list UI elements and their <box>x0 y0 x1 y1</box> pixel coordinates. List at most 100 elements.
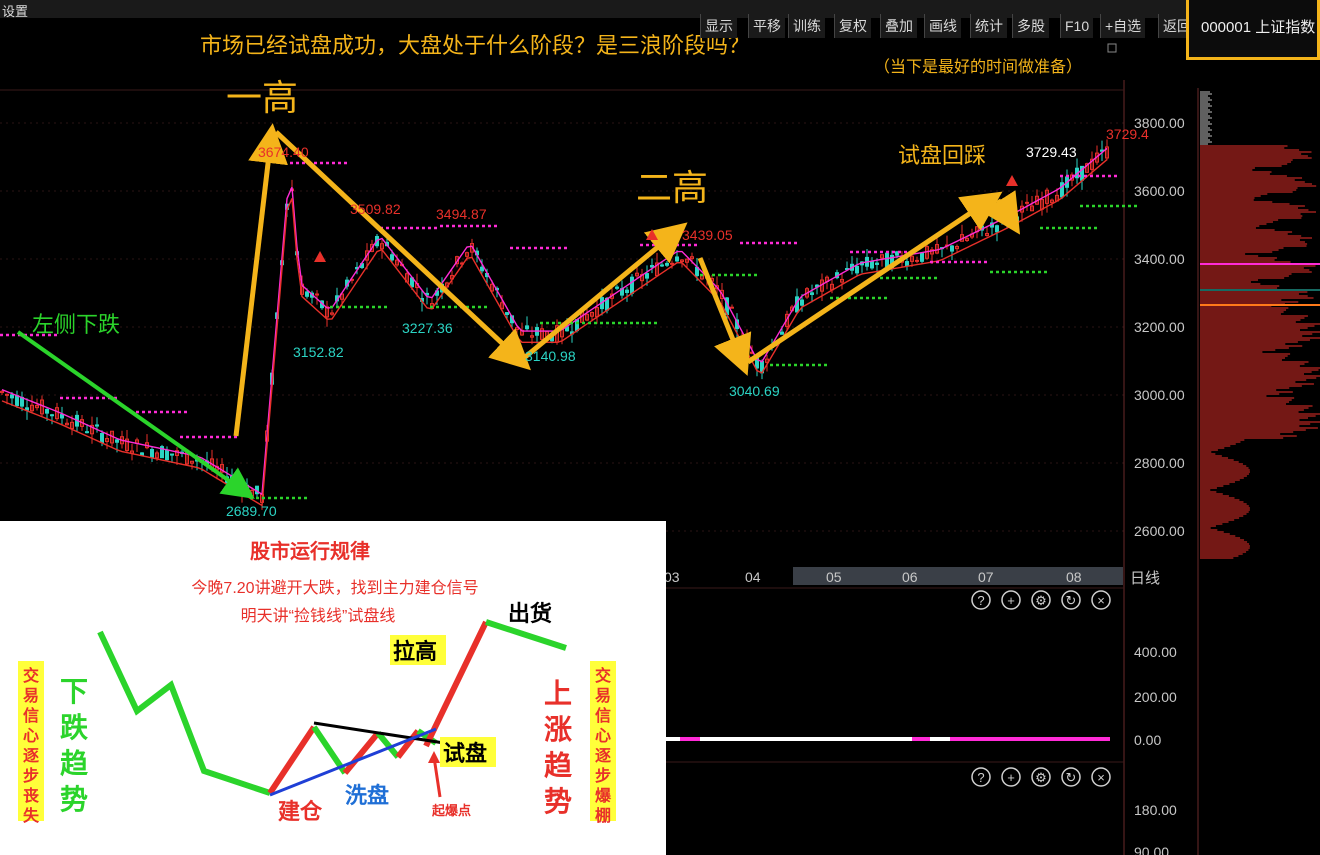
candle-body <box>675 256 679 262</box>
candle-body <box>150 449 154 458</box>
close-icon[interactable]: × <box>1091 767 1111 787</box>
toolbar-button[interactable]: F10 <box>1060 14 1094 38</box>
down-trend-char: 下 <box>60 676 88 707</box>
price-label: 2689.70 <box>226 503 277 519</box>
candle-body <box>800 299 804 306</box>
toolbar-button[interactable]: 训练 <box>788 14 825 38</box>
ma-line-fast <box>1 147 1108 496</box>
left-vertical-char: 心 <box>23 727 39 745</box>
candle-body <box>305 291 309 297</box>
toolbar-button[interactable]: 画线 <box>924 14 961 38</box>
candle-body <box>870 261 874 269</box>
y-tick-label: 3400.00 <box>1134 251 1185 267</box>
settings-icon[interactable]: ⚙ <box>1031 590 1051 610</box>
y-tick-label: 2600.00 <box>1134 523 1185 539</box>
toolbar-button[interactable]: 多股 <box>1012 14 1049 38</box>
swing-arrow <box>522 222 688 360</box>
left-fall-arrow <box>16 330 255 499</box>
candle-body <box>875 262 879 265</box>
up-trend-char: 趋 <box>544 750 573 781</box>
candle-body <box>85 431 89 434</box>
settings-icon[interactable]: ⚙ <box>1031 767 1051 787</box>
close-icon[interactable]: × <box>1091 590 1111 610</box>
panel2-tick: 180.00 <box>1134 802 1177 818</box>
candle-body <box>1005 219 1009 225</box>
inset-line2: 明天讲“捡钱线”试盘线 <box>241 606 396 625</box>
candle-body <box>630 276 634 294</box>
inset-line1: 今晚7.20讲避开大跌，找到主力建仓信号 <box>191 579 478 597</box>
y-tick-label: 3600.00 <box>1134 183 1185 199</box>
price-label: 3040.69 <box>729 383 780 399</box>
toolbar-button[interactable]: 显示 <box>700 14 737 38</box>
candle-body <box>905 261 909 267</box>
signal-triangle <box>646 229 658 240</box>
icon-glyph: + <box>1007 593 1015 608</box>
right-vertical-char: 心 <box>595 727 611 745</box>
candle-body <box>665 262 669 266</box>
refresh-icon[interactable]: ↻ <box>1061 590 1081 610</box>
label-test-pullback: 试盘回踩 <box>898 143 986 168</box>
swing-arrows <box>16 123 1021 499</box>
candle-body <box>1025 201 1029 204</box>
candle-body <box>390 254 394 261</box>
y-tick-label: 2800.00 <box>1134 455 1185 471</box>
toolbar-button[interactable]: 平移 <box>748 14 785 38</box>
candle-body <box>615 286 619 289</box>
x-tick-label: 03 <box>664 569 680 585</box>
candle-body <box>645 273 649 279</box>
zoom-in-icon[interactable]: + <box>1001 767 1021 787</box>
swing-arrow <box>746 191 1003 365</box>
help-icon[interactable]: ? <box>971 590 991 610</box>
candle-body <box>650 265 654 268</box>
candle-body <box>780 331 784 335</box>
right-vertical-char: 逐 <box>595 747 611 765</box>
candle-body <box>15 395 19 407</box>
candle-body <box>45 408 49 414</box>
up-trend-char: 上 <box>544 678 572 709</box>
up-trend-char: 涨 <box>544 714 572 745</box>
swing-arrow <box>274 130 531 371</box>
icon-glyph: ↻ <box>1066 770 1077 785</box>
toolbar-button[interactable]: 统计 <box>970 14 1007 38</box>
toolbar-button[interactable]: 复权 <box>834 14 871 38</box>
swing-arrow <box>233 123 288 437</box>
icon-glyph: + <box>1007 770 1015 785</box>
toolbar-button[interactable]: +自选 <box>1100 14 1146 38</box>
candle-body <box>1000 215 1004 218</box>
symbol-box[interactable]: 000001 上证指数 <box>1186 0 1320 60</box>
x-tick-label: 05 <box>826 569 842 585</box>
candle-body <box>670 262 674 265</box>
left-vertical-char: 步 <box>23 766 39 785</box>
candle-body <box>575 319 579 332</box>
refresh-icon[interactable]: ↻ <box>1061 767 1081 787</box>
candle-body <box>140 452 144 456</box>
candle-body <box>915 259 919 262</box>
y-tick-label: 3800.00 <box>1134 115 1185 131</box>
down-trend-char: 趋 <box>60 748 89 779</box>
left-vertical-char: 易 <box>23 687 39 705</box>
panel1-tick: 200.00 <box>1134 689 1177 705</box>
help-icon[interactable]: ? <box>971 767 991 787</box>
candle-body <box>10 394 14 399</box>
down-trend-text: 下跌趋势 <box>60 676 89 815</box>
inset-build-up <box>267 725 317 795</box>
icon-glyph: × <box>1097 770 1105 785</box>
toolbar-button[interactable]: 叠加 <box>880 14 917 38</box>
icon-glyph: ? <box>977 770 984 785</box>
candle-body <box>920 252 924 262</box>
y-tick-label: 3200.00 <box>1134 319 1185 335</box>
candle-body <box>100 433 104 444</box>
inset-diagram: 股市运行规律 今晚7.20讲避开大跌，找到主力建仓信号 明天讲“捡钱线”试盘线 … <box>18 539 616 825</box>
price-label: 3729.43 <box>1026 144 1077 160</box>
symbol-label: 000001 上证指数 <box>1201 19 1316 36</box>
down-trend-char: 跌 <box>60 712 88 743</box>
signal-triangle <box>1006 175 1018 186</box>
candle-body <box>115 439 119 443</box>
candle-body <box>855 265 859 274</box>
price-label: 3152.82 <box>293 344 344 360</box>
icon-glyph: × <box>1097 593 1105 608</box>
candle-body <box>165 449 169 461</box>
candle-body <box>25 407 29 411</box>
inset-panel: 股市运行规律 今晚7.20讲避开大跌，找到主力建仓信号 明天讲“捡钱线”试盘线 … <box>0 521 666 855</box>
zoom-in-icon[interactable]: + <box>1001 590 1021 610</box>
